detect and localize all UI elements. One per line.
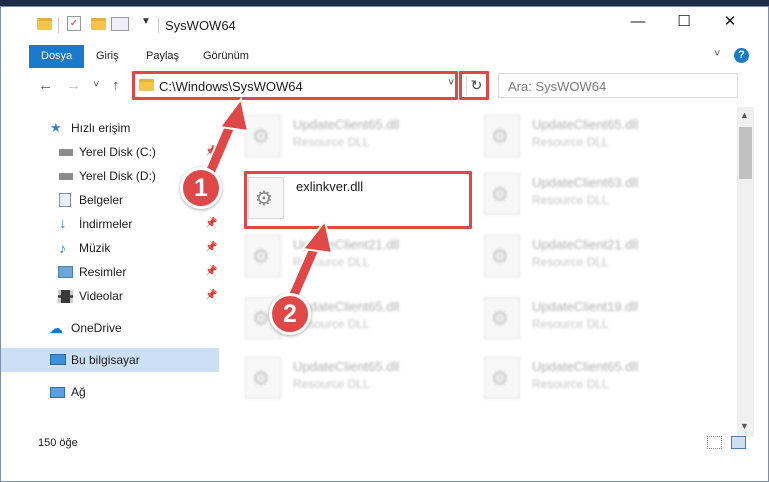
step-1-badge: 1 xyxy=(180,167,222,209)
explorer-window: ✓ ▼ SysWOW64 — ☐ ✕ Dosya Giriş Paylaş Gö… xyxy=(0,6,769,482)
step-2-badge: 2 xyxy=(269,293,311,335)
annotation-arrows xyxy=(199,96,334,304)
arrow-1-head xyxy=(218,96,250,133)
arrow-2-head xyxy=(301,218,334,255)
